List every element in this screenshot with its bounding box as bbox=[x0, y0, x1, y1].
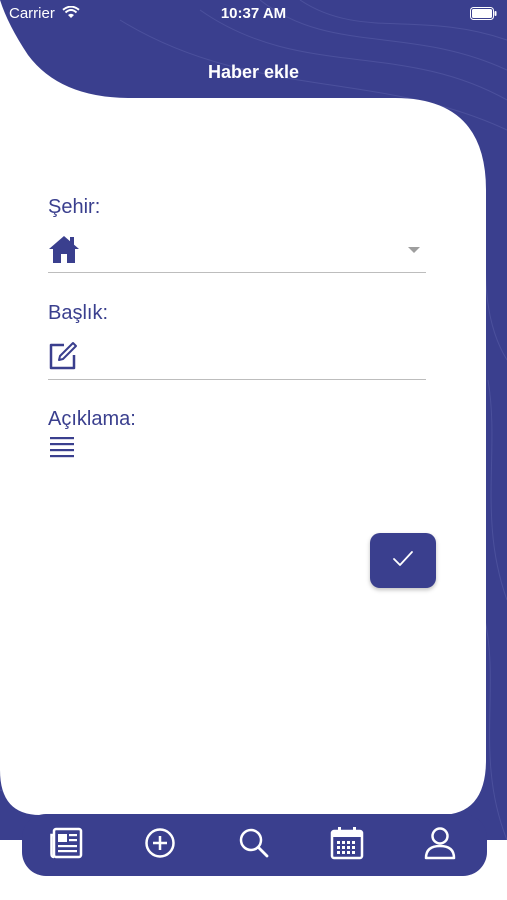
description-label: Açıklama: bbox=[48, 408, 136, 430]
city-dropdown[interactable] bbox=[48, 228, 426, 273]
city-select[interactable] bbox=[92, 236, 396, 264]
home-icon bbox=[48, 234, 80, 269]
title-field[interactable] bbox=[48, 335, 426, 380]
news-icon bbox=[50, 827, 84, 864]
align-lines-icon bbox=[50, 436, 74, 463]
status-time: 10:37 AM bbox=[220, 5, 287, 22]
check-icon bbox=[392, 550, 414, 571]
search-icon bbox=[238, 827, 270, 864]
chevron-down-icon[interactable] bbox=[408, 247, 420, 253]
status-bar: Carrier 10:37 AM bbox=[0, 0, 507, 28]
battery-icon bbox=[470, 7, 497, 24]
page-title: Haber ekle bbox=[207, 62, 300, 82]
description-input[interactable] bbox=[90, 432, 424, 516]
tab-add[interactable] bbox=[140, 827, 180, 863]
calendar-icon bbox=[330, 826, 364, 865]
tab-calendar[interactable] bbox=[327, 826, 367, 865]
title-input[interactable] bbox=[92, 343, 396, 371]
tab-news[interactable] bbox=[47, 827, 87, 863]
tab-profile[interactable] bbox=[420, 826, 460, 865]
title-label: Başlık: bbox=[48, 302, 109, 324]
edit-icon bbox=[48, 341, 78, 376]
city-label: Şehir: bbox=[48, 196, 101, 218]
add-circle-icon bbox=[144, 827, 176, 864]
submit-button[interactable] bbox=[370, 533, 436, 588]
profile-icon bbox=[424, 826, 456, 865]
tab-search[interactable] bbox=[234, 827, 274, 863]
tab-bar bbox=[22, 814, 487, 876]
